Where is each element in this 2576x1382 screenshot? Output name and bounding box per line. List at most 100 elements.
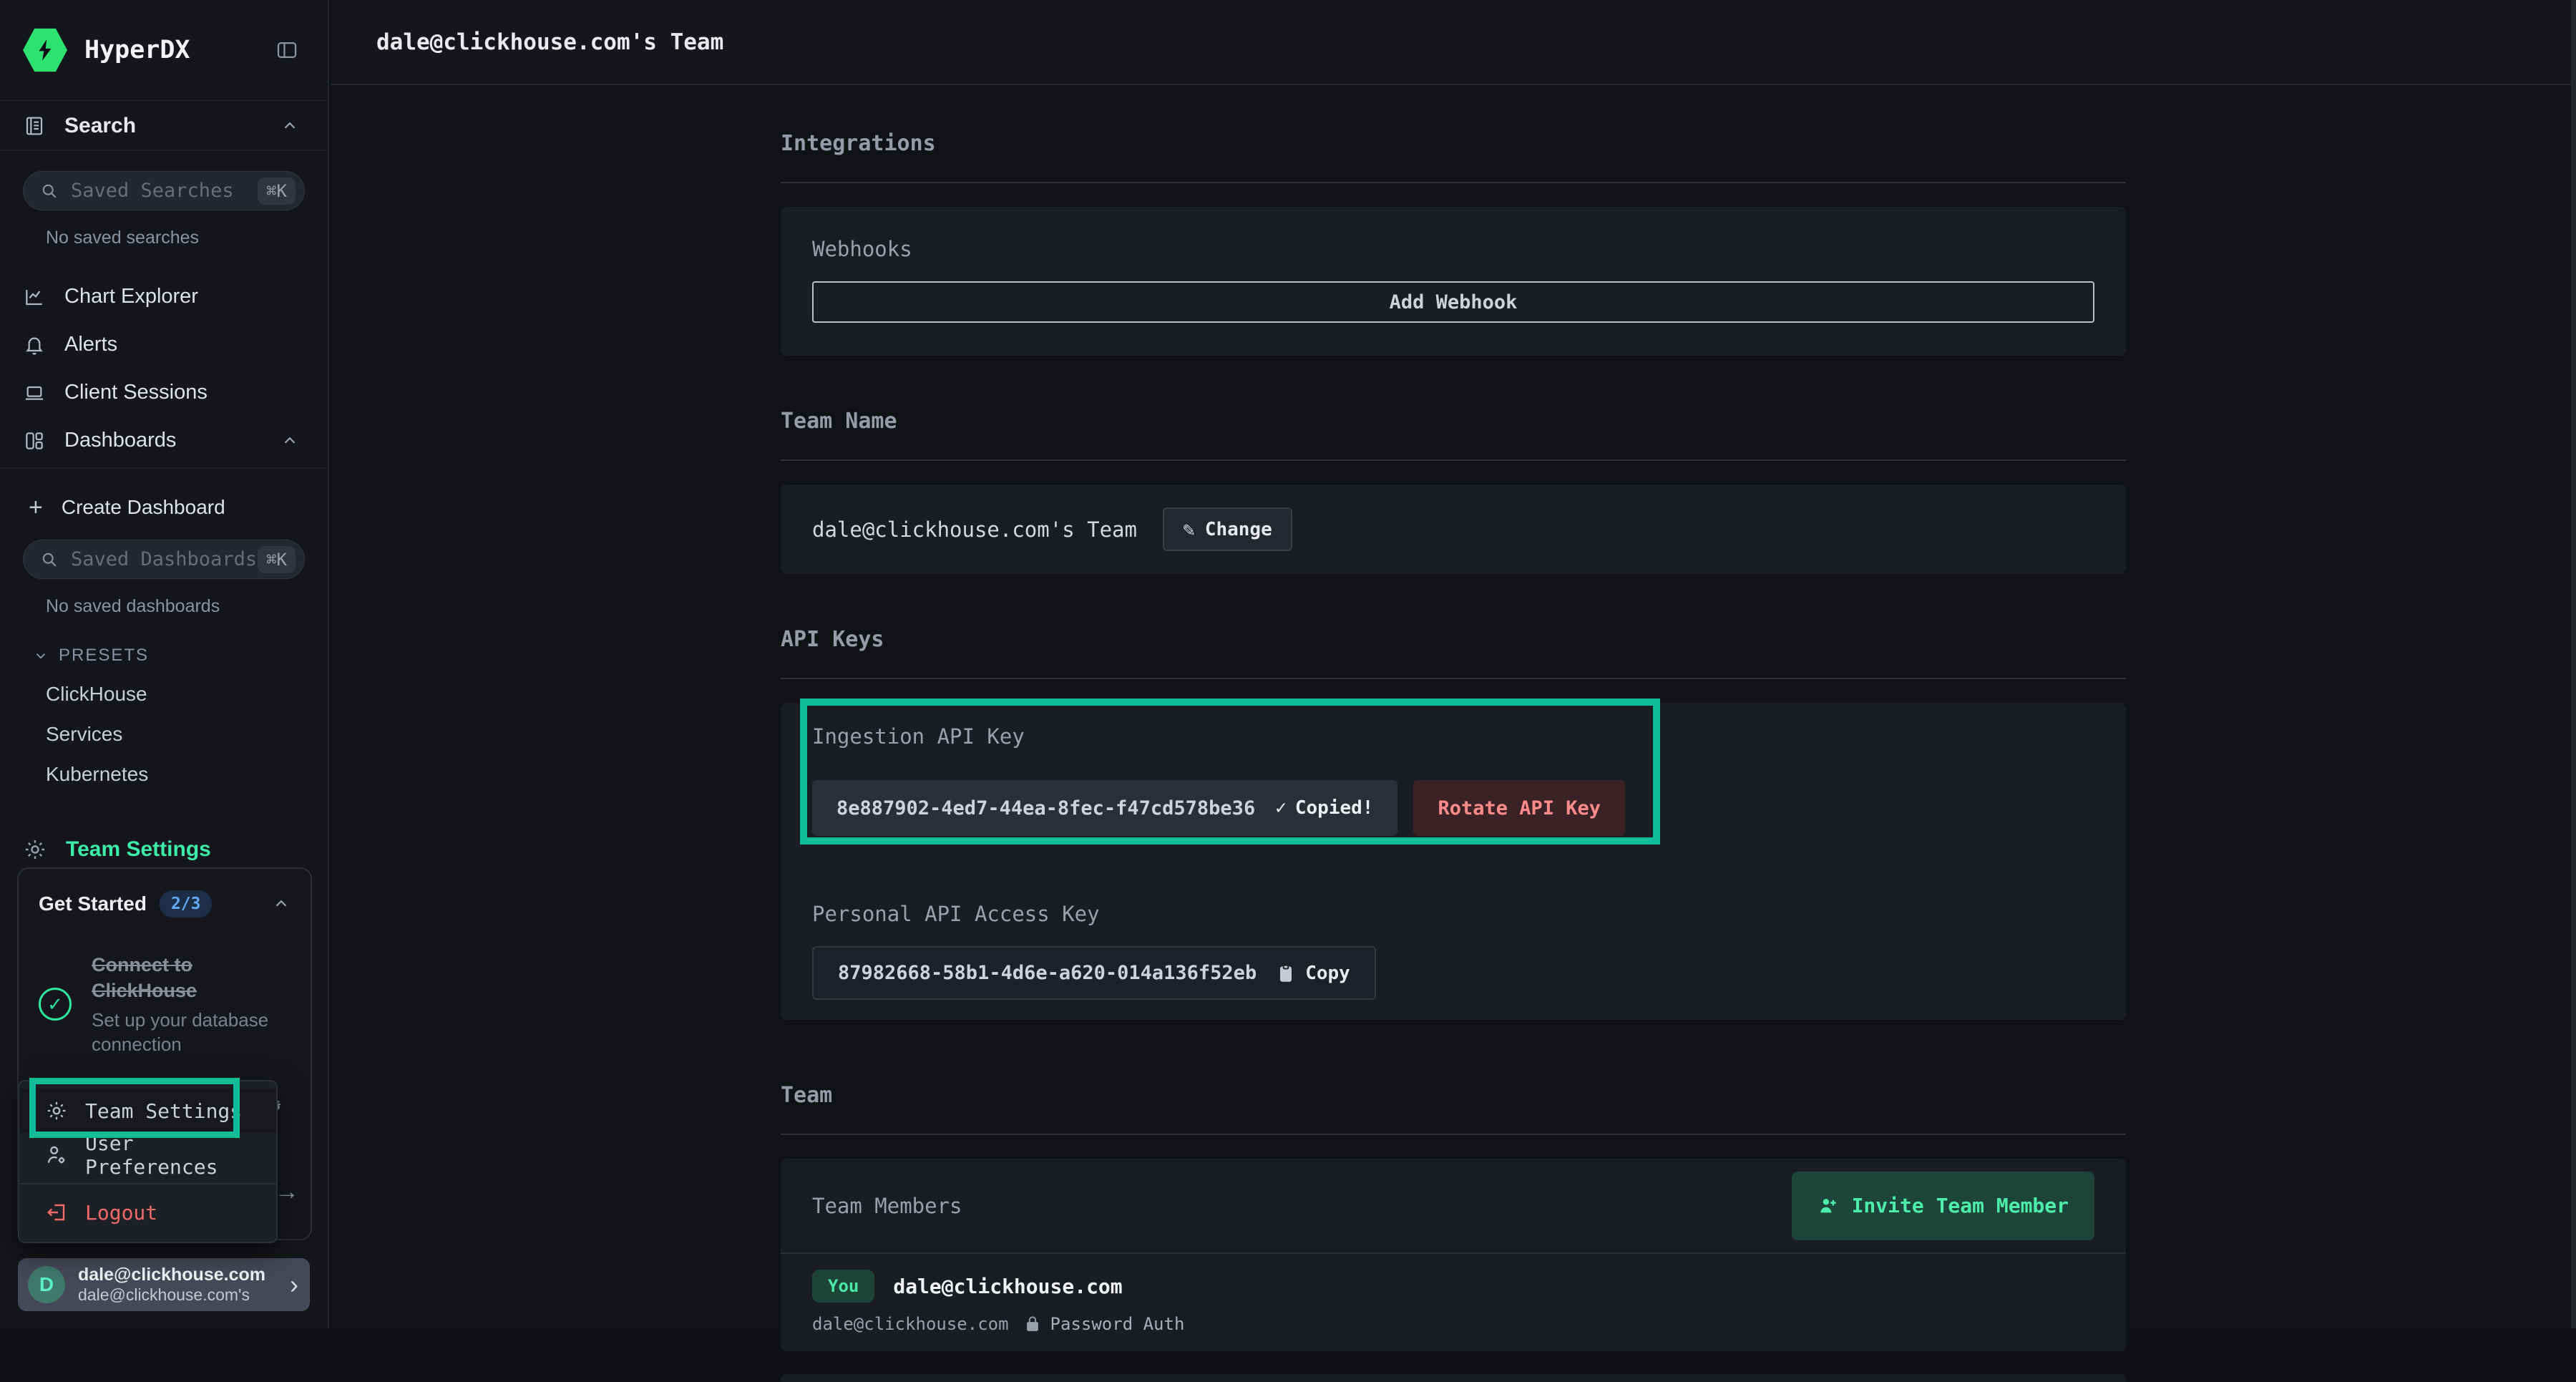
create-dashboard-label: Create Dashboard bbox=[62, 496, 225, 519]
scrollbar[interactable] bbox=[2571, 0, 2576, 1328]
no-saved-searches-text: No saved searches bbox=[46, 228, 328, 248]
presets-toggle[interactable]: PRESETS bbox=[33, 646, 328, 666]
member-email: dale@clickhouse.com bbox=[812, 1314, 1009, 1334]
copied-label: Copied! bbox=[1295, 797, 1374, 819]
menu-item-logout[interactable]: Logout bbox=[19, 1190, 276, 1235]
avatar: D bbox=[28, 1266, 65, 1303]
clipboard-icon bbox=[1277, 963, 1295, 984]
sidebar-item-client-sessions[interactable]: Client Sessions bbox=[0, 369, 328, 417]
gear-icon bbox=[45, 1099, 68, 1122]
main-panel: dale@clickhouse.com's Team Integrations … bbox=[331, 0, 2576, 1328]
invite-label: Invite Team Member bbox=[1852, 1194, 2069, 1217]
preset-kubernetes[interactable]: Kubernetes bbox=[46, 763, 328, 786]
menu-item-label: Logout bbox=[85, 1201, 157, 1225]
page-title: dale@clickhouse.com's Team bbox=[376, 29, 723, 55]
chevron-up-icon[interactable] bbox=[280, 117, 299, 135]
search-icon bbox=[39, 181, 59, 201]
presets-label: PRESETS bbox=[59, 646, 149, 666]
chevron-up-icon[interactable] bbox=[280, 432, 299, 450]
saved-dashboards-input[interactable]: ⌘K bbox=[23, 540, 305, 579]
laptop-icon bbox=[23, 381, 46, 404]
logout-icon bbox=[45, 1201, 68, 1224]
step-subtitle: Set up your database connection bbox=[92, 1008, 291, 1057]
divider bbox=[0, 467, 328, 468]
rotate-api-key-button[interactable]: Rotate API Key bbox=[1413, 780, 1625, 836]
personal-api-key-value: 87982668-58b1-4d6e-a620-014a136f52eb bbox=[838, 962, 1257, 984]
saved-dashboards-field[interactable] bbox=[71, 548, 258, 570]
menu-item-label: Team Settings bbox=[85, 1099, 242, 1123]
preset-clickhouse[interactable]: ClickHouse bbox=[46, 683, 328, 706]
chevron-down-icon bbox=[33, 648, 49, 663]
divider bbox=[781, 1134, 2126, 1135]
user-account-card[interactable]: D dale@clickhouse.com dale@clickhouse.co… bbox=[18, 1258, 310, 1311]
collapse-sidebar-icon[interactable] bbox=[275, 38, 299, 62]
invite-team-member-button[interactable]: Invite Team Member bbox=[1792, 1172, 2094, 1240]
user-plus-icon bbox=[1818, 1195, 1839, 1217]
lock-icon bbox=[1025, 1315, 1040, 1333]
integrations-section-title: Integrations bbox=[781, 131, 2126, 156]
get-started-step-connect[interactable]: ✓ Connect to ClickHouse Set up your data… bbox=[39, 952, 291, 1056]
saved-searches-field[interactable] bbox=[71, 180, 258, 202]
app-title: HyperDX bbox=[84, 36, 190, 64]
line-chart-icon bbox=[23, 286, 46, 308]
pencil-icon: ✎ bbox=[1183, 517, 1195, 541]
sidebar-item-dashboards[interactable]: Dashboards bbox=[0, 417, 328, 464]
sidebar-item-team-settings[interactable]: Team Settings bbox=[23, 837, 328, 862]
team-name-card: dale@clickhouse.com's Team ✎ Change bbox=[781, 485, 2126, 574]
team-settings-label: Team Settings bbox=[66, 837, 211, 862]
sidebar: HyperDX Search ⌘K No saved searches Char… bbox=[0, 0, 329, 1328]
api-keys-section-title: API Keys bbox=[781, 627, 2126, 652]
copy-label: Copy bbox=[1305, 963, 1350, 984]
arrow-right-icon: → bbox=[275, 1178, 299, 1206]
step-title: Connect to ClickHouse bbox=[92, 952, 291, 1004]
chevron-up-icon[interactable] bbox=[272, 895, 291, 913]
sidebar-nav: Chart Explorer Alerts Client Sessions Da… bbox=[0, 273, 328, 468]
progress-badge: 2/3 bbox=[160, 890, 213, 918]
webhooks-label: Webhooks bbox=[812, 237, 2094, 261]
check-circle-icon: ✓ bbox=[39, 988, 72, 1021]
divider bbox=[19, 1183, 276, 1184]
saved-searches-input[interactable]: ⌘K bbox=[23, 171, 305, 210]
hyperdx-logo-icon bbox=[23, 27, 67, 73]
change-team-name-button[interactable]: ✎ Change bbox=[1163, 507, 1292, 551]
account-popup-menu: Team Settings User Preferences Logout bbox=[18, 1080, 278, 1243]
sidebar-item-alerts[interactable]: Alerts bbox=[0, 321, 328, 369]
check-icon: ✓ bbox=[1275, 797, 1287, 819]
search-icon bbox=[39, 550, 59, 570]
top-bar: dale@clickhouse.com's Team bbox=[331, 0, 2576, 85]
menu-item-team-settings[interactable]: Team Settings bbox=[19, 1089, 276, 1133]
ingestion-api-key-value: 8e887902-4ed7-44ea-8fec-f47cd578be36 bbox=[836, 797, 1255, 819]
dashboard-grid-icon bbox=[23, 429, 46, 452]
team-name-section-title: Team Name bbox=[781, 409, 2126, 434]
member-name: dale@clickhouse.com bbox=[893, 1275, 1122, 1298]
team-members-card: Team Members Invite Team Member You dale… bbox=[781, 1159, 2126, 1351]
logo-row: HyperDX bbox=[0, 0, 328, 101]
ingestion-api-key-chip[interactable]: 8e887902-4ed7-44ea-8fec-f47cd578be36 ✓ C… bbox=[812, 780, 1397, 836]
sidebar-item-chart-explorer[interactable]: Chart Explorer bbox=[0, 273, 328, 321]
sidebar-item-label: Dashboards bbox=[64, 429, 176, 452]
gear-icon bbox=[23, 837, 47, 862]
team-members-label: Team Members bbox=[812, 1194, 962, 1218]
change-label: Change bbox=[1205, 519, 1272, 540]
no-saved-dashboards-text: No saved dashboards bbox=[46, 596, 328, 617]
shortcut-badge: ⌘K bbox=[258, 546, 296, 573]
ingestion-api-key-label: Ingestion API Key bbox=[812, 724, 2094, 749]
divider bbox=[781, 182, 2126, 183]
search-section-header[interactable]: Search bbox=[0, 101, 328, 151]
copy-action: Copy bbox=[1277, 963, 1350, 984]
divider bbox=[781, 459, 2126, 461]
menu-item-user-preferences[interactable]: User Preferences bbox=[19, 1133, 276, 1177]
menu-item-label: User Preferences bbox=[85, 1132, 259, 1179]
sidebar-item-label: Client Sessions bbox=[64, 381, 208, 404]
settings-content: Integrations Webhooks Add Webhook Team N… bbox=[781, 85, 2126, 1382]
user-name: dale@clickhouse.com bbox=[78, 1265, 265, 1285]
add-webhook-button[interactable]: Add Webhook bbox=[812, 281, 2094, 323]
webhooks-card: Webhooks Add Webhook bbox=[781, 207, 2126, 356]
create-dashboard-button[interactable]: + Create Dashboard bbox=[29, 495, 328, 520]
personal-api-key-chip[interactable]: 87982668-58b1-4d6e-a620-014a136f52eb Cop… bbox=[812, 946, 1376, 1000]
api-keys-card: Ingestion API Key 8e887902-4ed7-44ea-8fe… bbox=[781, 703, 2126, 1020]
preset-services[interactable]: Services bbox=[46, 723, 328, 746]
search-section-label: Search bbox=[64, 114, 136, 138]
divider bbox=[781, 678, 2126, 679]
user-subtitle: dale@clickhouse.com's bbox=[78, 1285, 265, 1305]
